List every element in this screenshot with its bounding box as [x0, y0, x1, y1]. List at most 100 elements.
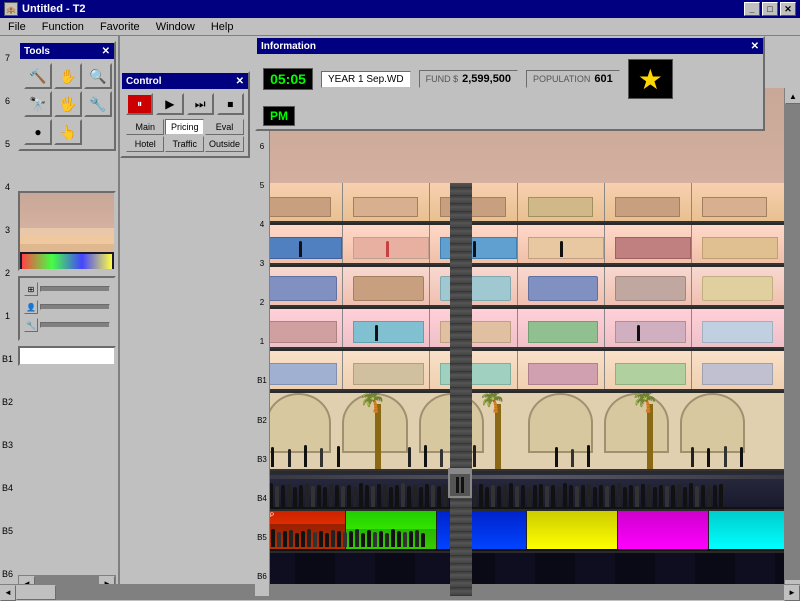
hotel-building: 🌴 🌴 🌴	[255, 88, 800, 596]
game-floor-b1: B1	[257, 376, 267, 385]
minimize-button[interactable]: _	[744, 2, 760, 16]
floor-label-b4: B4	[1, 482, 14, 494]
control-title-bar: Control ✕	[122, 73, 248, 89]
game-floor-5: 5	[260, 181, 264, 190]
info-close[interactable]: ✕	[751, 41, 759, 52]
slider-icon-1[interactable]: ⊞	[24, 282, 38, 296]
floor-b2: SHOP	[255, 511, 800, 553]
game-floor-4: 4	[260, 220, 264, 229]
floor-6	[255, 225, 800, 267]
period-display: PM	[263, 106, 295, 126]
tab-pricing[interactable]: Pricing	[165, 119, 203, 135]
floor-label-1: 1	[4, 310, 11, 322]
tool-pointer[interactable]: 👆	[54, 119, 82, 145]
left-panel: 7 6 5 4 3 2 1 B1 B2 B3 B4 B5 B6 Tools ✕ …	[0, 36, 120, 596]
floor-label-b6: B6	[1, 568, 14, 580]
bottom-scrollbar: ◄ ►	[0, 584, 800, 600]
hscroll-thumb[interactable]	[16, 585, 56, 600]
tool-wrench[interactable]: 🔧	[84, 91, 112, 117]
tools-close[interactable]: ✕	[102, 46, 110, 57]
main-area: 7 6 5 4 3 2 1 B1 B2 B3 B4 B5 B6 Tools ✕ …	[0, 36, 800, 596]
slider-track-3[interactable]	[40, 322, 110, 328]
tool-hammer[interactable]: 🔨	[24, 63, 52, 89]
slider-track-1[interactable]	[40, 286, 110, 292]
tools-label: Tools	[24, 46, 50, 57]
game-floor-3: 3	[260, 259, 264, 268]
thumbnail-image	[20, 193, 114, 269]
floor-label-5: 5	[4, 138, 11, 150]
vscroll-track[interactable]	[785, 104, 800, 580]
population-field: POPULATION 601	[526, 70, 620, 88]
stop-button[interactable]: ⏹	[217, 93, 244, 115]
game-floor-6: 6	[260, 142, 264, 151]
floor-label-7: 7	[4, 52, 11, 64]
hscroll-left-btn[interactable]: ◄	[0, 585, 16, 601]
control-content: ⏸ ▶ ⏭ ⏹ Main Pricing Eval Hotel Traffic …	[122, 89, 248, 156]
elevator-shaft	[450, 183, 472, 596]
tool-ball[interactable]: ●	[24, 119, 52, 145]
tools-content: 🔨 ✋ 🔍 🔭 🖐 🔧 ● 👆	[20, 59, 114, 149]
floor-4	[255, 309, 800, 351]
tools-window: Tools ✕ 🔨 ✋ 🔍 🔭 🖐 🔧 ● 👆	[18, 41, 116, 151]
star-rating: ★	[628, 59, 673, 99]
floor-label-6: 6	[4, 95, 11, 107]
floor-label-2: 2	[4, 267, 11, 279]
population-label: POPULATION	[533, 74, 590, 84]
floor-label-b5: B5	[1, 525, 14, 537]
play-button[interactable]: ▶	[156, 93, 183, 115]
floor-7	[255, 183, 800, 225]
game-floor-b3: B3	[257, 455, 267, 464]
fast-button[interactable]: ⏭	[187, 93, 214, 115]
menu-function[interactable]: Function	[38, 20, 88, 34]
fund-field: FUND $ 2,599,500	[419, 70, 518, 88]
control-title-label: Control	[126, 76, 162, 87]
slider-row-3: 🔧	[24, 318, 110, 332]
floor-5	[255, 267, 800, 309]
population-value: 601	[594, 73, 612, 85]
slider-icon-3[interactable]: 🔧	[24, 318, 38, 332]
tab-main[interactable]: Main	[126, 119, 164, 135]
floor-b1	[255, 473, 800, 511]
close-button[interactable]: ✕	[780, 2, 796, 16]
tool-telescope[interactable]: 🔭	[24, 91, 52, 117]
tool-magnifier[interactable]: 🔍	[84, 63, 112, 89]
fund-label: FUND $	[426, 74, 459, 84]
game-viewport[interactable]: 🌴 🌴 🌴	[255, 88, 800, 596]
floor-label-3: 3	[4, 224, 11, 236]
tab-eval[interactable]: Eval	[205, 119, 244, 135]
game-floor-2: 2	[260, 298, 264, 307]
slider-row-2: 👤	[24, 300, 110, 314]
floor-label-4: 4	[4, 181, 11, 193]
menu-file[interactable]: File	[4, 20, 30, 34]
floor-label-b2: B2	[1, 396, 14, 408]
slider-track-2[interactable]	[40, 304, 110, 310]
slider-icon-2[interactable]: 👤	[24, 300, 38, 314]
slider-area: ⊞ 👤 🔧	[18, 276, 116, 341]
thumbnail-area	[18, 191, 116, 271]
info-window: Information ✕ 05:05 YEAR 1 Sep.WD FUND $…	[255, 36, 765, 131]
floor-3	[255, 351, 800, 393]
pause-button[interactable]: ⏸	[126, 93, 153, 115]
slider-row-1: ⊞	[24, 282, 110, 296]
menu-window[interactable]: Window	[152, 20, 199, 34]
text-input-area	[18, 346, 116, 366]
maximize-button[interactable]: □	[762, 2, 778, 16]
tool-hand[interactable]: ✋	[54, 63, 82, 89]
menu-help[interactable]: Help	[207, 20, 238, 34]
hscroll-right-btn[interactable]: ►	[784, 585, 800, 601]
title-bar: 🏨 Untitled - T2 _ □ ✕	[0, 0, 800, 18]
tab-traffic[interactable]: Traffic	[165, 136, 203, 152]
control-tabs: Main Pricing Eval Hotel Traffic Outside	[126, 119, 244, 152]
hscroll-track[interactable]	[16, 585, 784, 600]
scroll-up-btn[interactable]: ▲	[785, 88, 800, 104]
tab-outside[interactable]: Outside	[205, 136, 244, 152]
info-title-label: Information	[261, 41, 316, 52]
tab-hotel[interactable]: Hotel	[126, 136, 164, 152]
control-window: Control ✕ ⏸ ▶ ⏭ ⏹ Main Pricing Eval Hote…	[120, 71, 250, 158]
menu-bar: File Function Favorite Window Help	[0, 18, 800, 36]
control-close[interactable]: ✕	[236, 76, 244, 87]
menu-favorite[interactable]: Favorite	[96, 20, 144, 34]
game-floor-labels: 7 6 5 4 3 2 1 B1 B2 B3 B4 B5 B6	[255, 88, 270, 596]
tool-open-hand[interactable]: 🖐	[54, 91, 82, 117]
control-buttons-row: ⏸ ▶ ⏭ ⏹	[126, 93, 244, 115]
